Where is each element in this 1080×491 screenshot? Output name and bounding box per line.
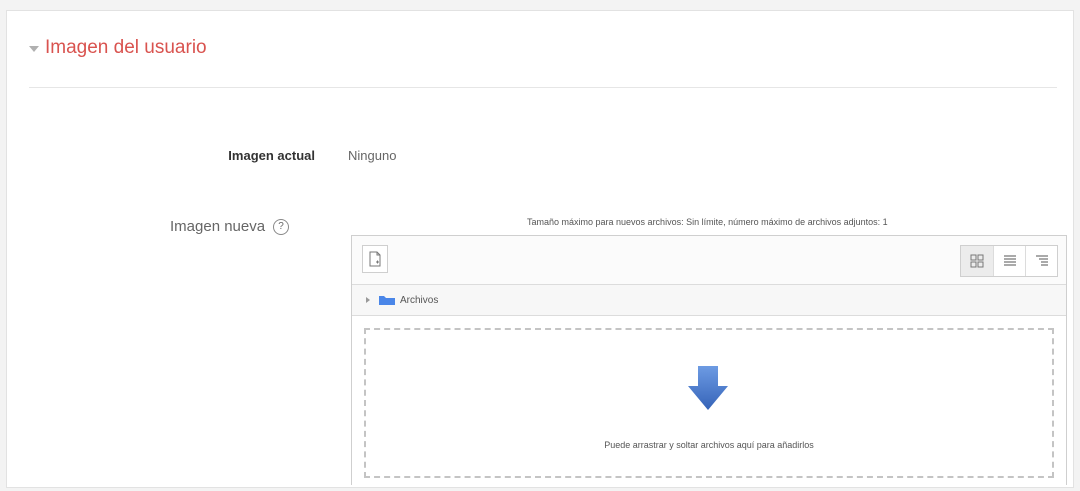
drop-instructions: Puede arrastrar y soltar archivos aquí p… [604,440,814,450]
file-manager: Archivos Puede arrastrar y soltar archiv… [351,235,1067,486]
current-image-value: Ninguno [348,148,397,163]
file-limits-text: Tamaño máximo para nuevos archivos: Sin … [527,217,888,227]
new-image-label: Imagen nueva [170,218,266,235]
path-folder-label[interactable]: Archivos [400,295,438,306]
new-file-icon [369,251,381,267]
new-image-label-row: Imagen nueva ? [170,218,290,235]
caret-down-icon [29,46,39,52]
current-image-label: Imagen actual [228,148,315,163]
section-divider [29,87,1057,88]
drop-zone[interactable]: Puede arrastrar y soltar archivos aquí p… [364,328,1054,478]
chevron-right-icon [366,297,370,303]
download-arrow-icon [688,366,728,410]
tree-icon [1035,255,1048,266]
file-manager-toolbar [352,236,1066,285]
view-icons-button[interactable] [961,246,993,276]
section-title: Imagen del usuario [45,37,207,58]
file-drop-area: Puede arrastrar y soltar archivos aquí p… [352,316,1066,486]
add-file-button[interactable] [362,245,388,273]
folder-icon [379,296,395,305]
section-header-toggle[interactable]: Imagen del usuario [29,37,207,59]
view-list-button[interactable] [993,246,1025,276]
grid-icon [970,254,984,268]
help-icon-glyph: ? [278,220,284,232]
view-mode-buttons [960,245,1058,277]
user-image-panel: Imagen del usuario Imagen actual Ninguno… [6,10,1074,488]
help-icon[interactable]: ? [273,218,290,235]
list-icon [1003,255,1016,266]
file-path-bar: Archivos [352,285,1066,316]
view-tree-button[interactable] [1025,246,1057,276]
